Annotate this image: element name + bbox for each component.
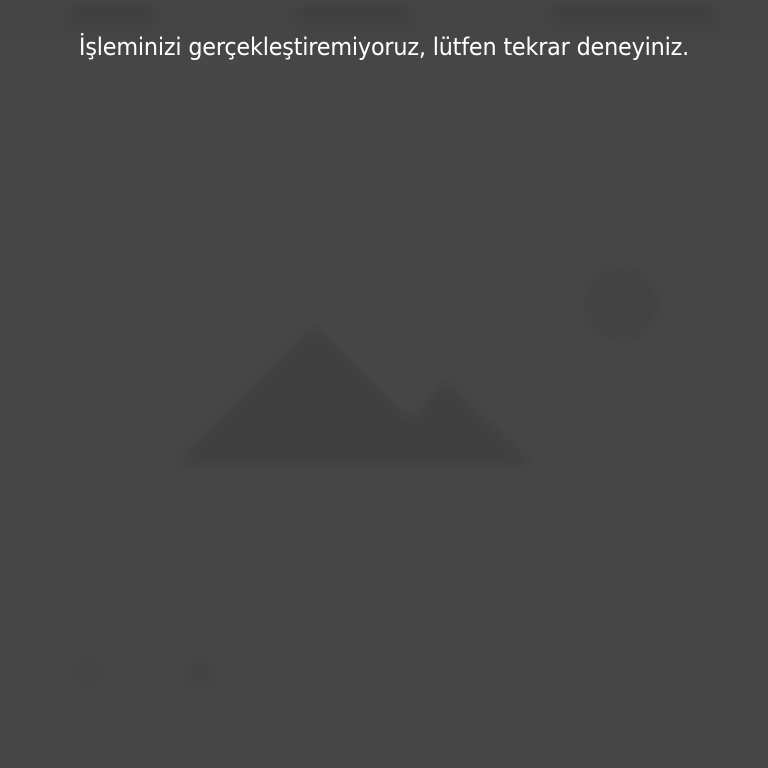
- error-toast-message: İşleminizi gerçekleştiremiyoruz, lütfen …: [78, 33, 690, 61]
- blurred-background: [0, 0, 768, 768]
- circle-icon: [76, 660, 100, 684]
- sun-shape: [586, 268, 658, 340]
- square-icon: [186, 660, 214, 688]
- mountain-shape: [175, 325, 535, 465]
- image-placeholder-icon: [175, 268, 658, 465]
- error-screen: İşleminizi gerçekleştiremiyoruz, lütfen …: [0, 0, 768, 768]
